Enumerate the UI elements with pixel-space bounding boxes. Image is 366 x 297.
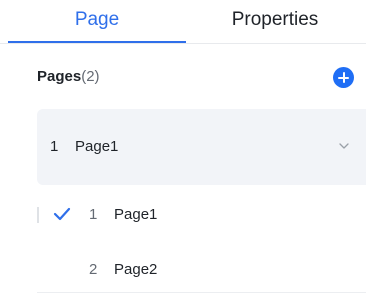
page-list-item-number: 1 [89,206,98,223]
pages-header: Pages(2) [37,66,100,88]
list-divider [37,292,366,293]
tab-bar: Page Properties [0,0,366,44]
list-item-marker [37,207,39,223]
page-list-item-name: Page1 [114,206,158,223]
page-list-item-2[interactable]: 2 Page2 [37,252,366,288]
current-page-number: 1 [50,138,59,155]
page-panel: Page Properties Pages(2) 1 Page1 1 Page1… [0,0,366,297]
tab-page[interactable]: Page [8,8,186,32]
pages-title: Pages [37,68,82,85]
current-page-name: Page1 [75,138,119,155]
check-icon [53,207,71,221]
tab-properties[interactable]: Properties [186,8,364,32]
add-page-button[interactable] [333,67,354,88]
chevron-down-icon [339,143,349,149]
page-list-item-1[interactable]: 1 Page1 [37,197,366,233]
tab-divider [0,43,366,44]
page-list-item-name: Page2 [114,261,158,278]
current-page-selector[interactable]: 1 Page1 [37,109,366,185]
page-list-item-number: 2 [89,261,98,278]
pages-count: (2) [81,68,100,85]
